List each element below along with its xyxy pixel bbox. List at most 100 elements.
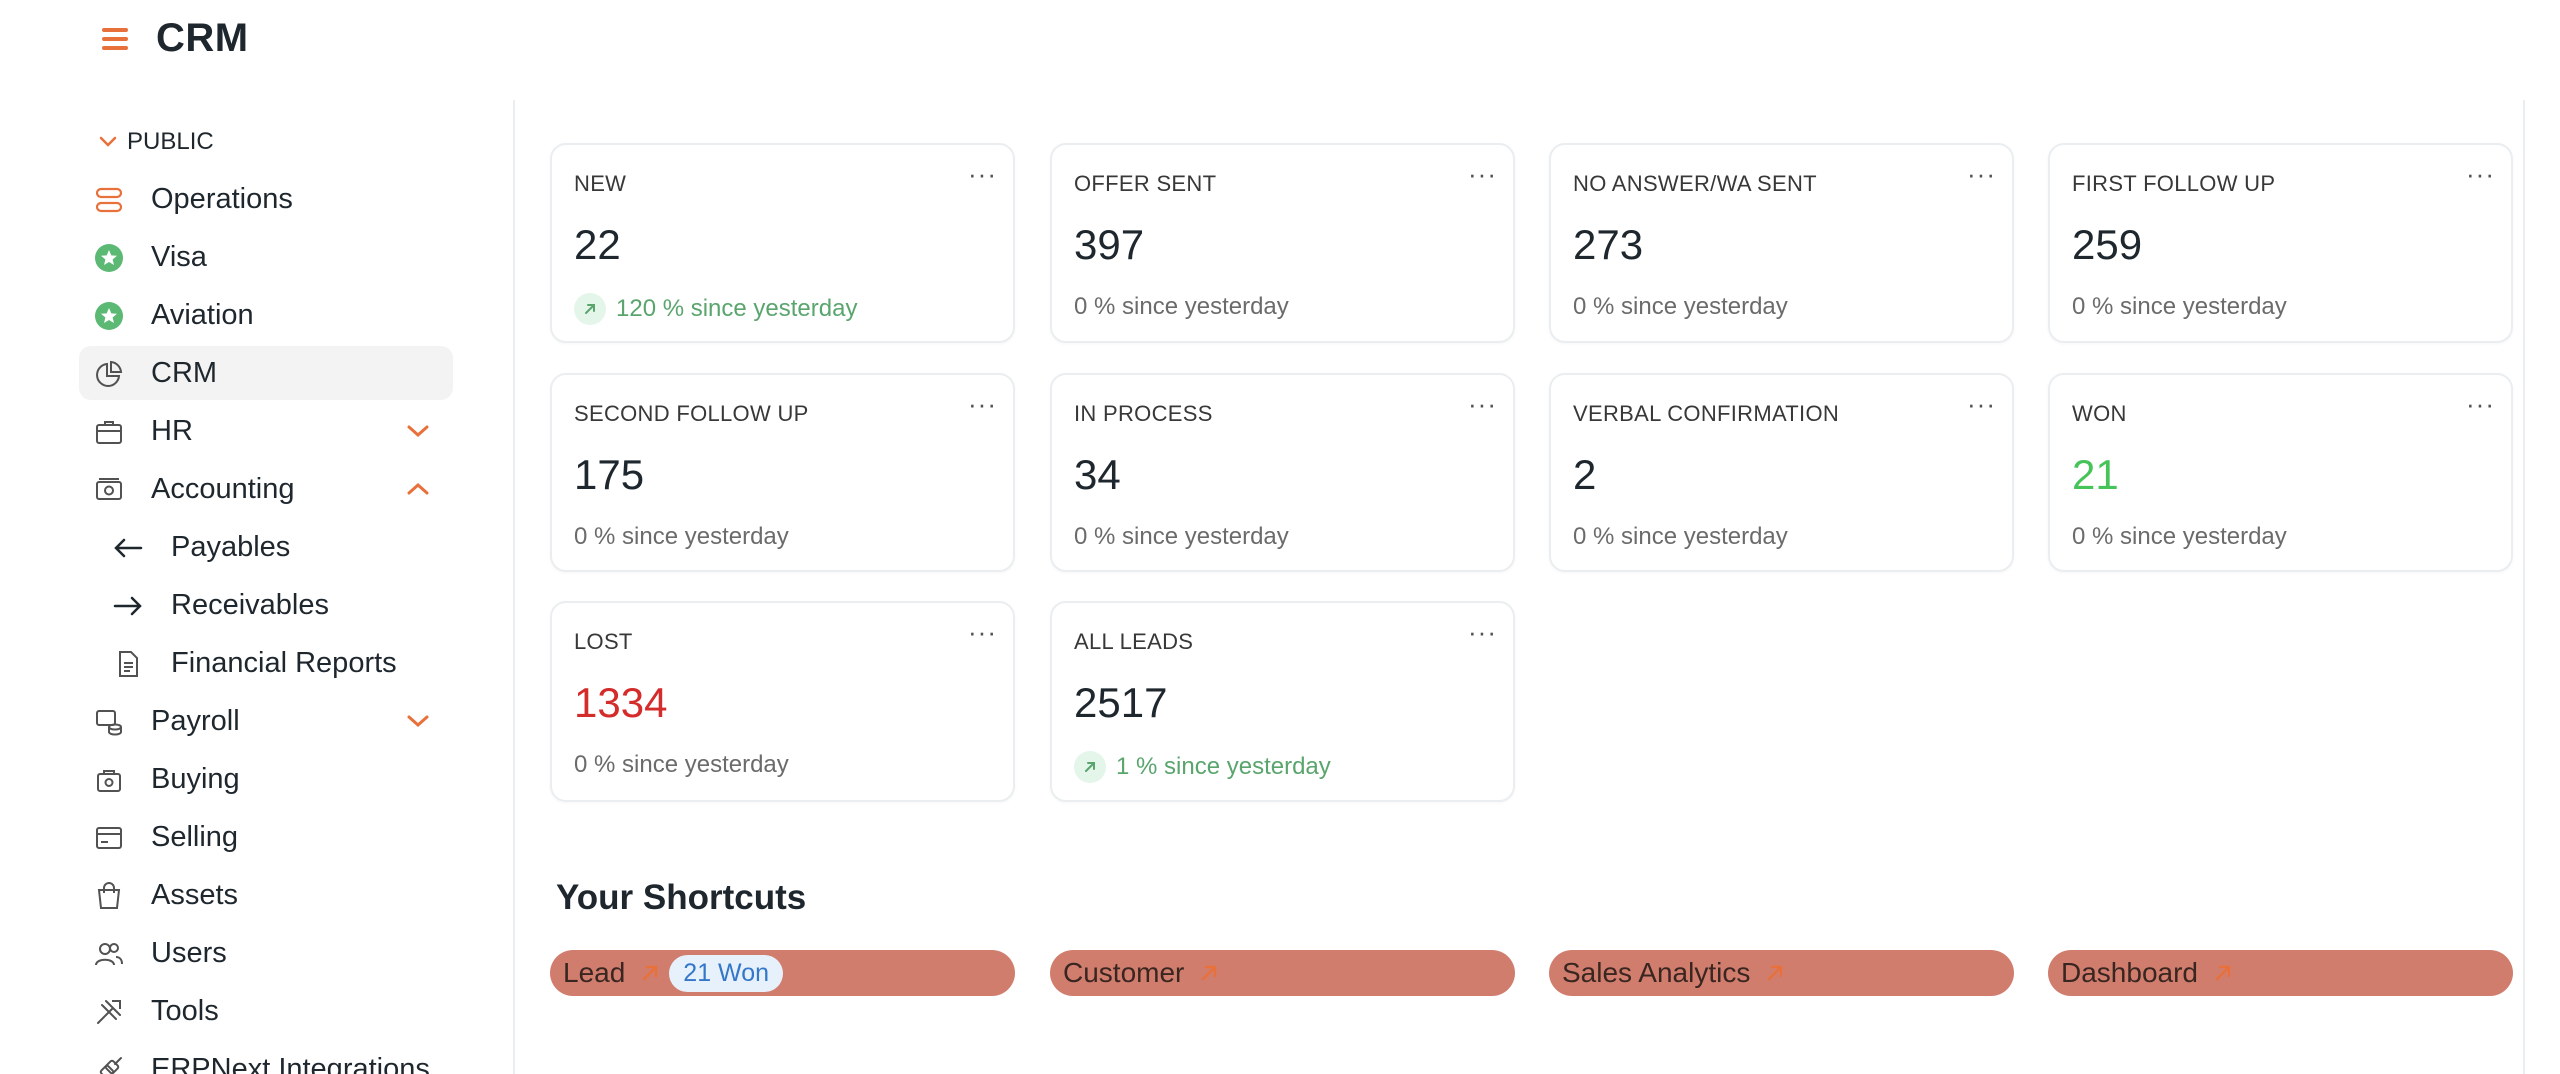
sidebar-item-tools[interactable]: Tools (79, 984, 453, 1038)
number-card-verbal-confirmation[interactable]: VERBAL CONFIRMATION ··· 2 0 % since yest… (1549, 373, 2014, 572)
buying-icon (97, 770, 121, 792)
sidebar-item-visa[interactable]: Visa (79, 230, 453, 284)
card-trend: 120 % since yesterday (574, 293, 857, 325)
card-title: ALL LEADS (1074, 629, 1194, 654)
sidebar-item-assets[interactable]: Assets (79, 868, 453, 922)
shortcut-sales-analytics[interactable]: Sales Analytics (1549, 950, 2014, 996)
card-trend-text: 120 % since yesterday (616, 295, 858, 322)
integrations-icon (99, 1057, 122, 1074)
sidebar-item-label: Payroll (151, 704, 240, 737)
card-value: 22 (574, 221, 621, 268)
card-menu-icon[interactable]: ··· (968, 159, 997, 190)
sidebar-item-label: Payables (171, 530, 291, 563)
shortcut-lead[interactable]: Lead 21 Won (550, 950, 1015, 996)
sidebar-item-label: HR (151, 414, 193, 447)
card-trend-text: 0 % since yesterday (1573, 293, 1788, 320)
card-title: SECOND FOLLOW UP (574, 401, 809, 426)
card-value: 259 (2072, 221, 2143, 268)
sidebar: PUBLIC Operations Visa Aviation CRM HR A… (0, 100, 510, 1074)
card-title: NEW (574, 171, 627, 196)
cash-icon (96, 478, 122, 500)
sidebar-item-financial-reports[interactable]: Financial Reports (79, 636, 453, 690)
card-value: 1334 (574, 679, 668, 726)
number-card-no-answer[interactable]: NO ANSWER/WA SENT ··· 273 0 % since yest… (1549, 143, 2014, 343)
number-card-lost[interactable]: LOST ··· 1334 0 % since yesterday (550, 601, 1015, 802)
shortcut-count-badge: 21 Won (669, 954, 784, 992)
card-menu-icon[interactable]: ··· (1967, 159, 1996, 190)
sidebar-item-label: Selling (151, 820, 239, 853)
card-menu-icon[interactable]: ··· (2466, 389, 2495, 420)
content-divider (2523, 100, 2525, 1074)
chevron-up-icon[interactable] (405, 478, 431, 500)
card-menu-icon[interactable]: ··· (1967, 389, 1996, 420)
sidebar-item-label: Aviation (151, 298, 254, 331)
card-value: 397 (1074, 221, 1145, 268)
sidebar-item-label: Users (151, 936, 227, 969)
chevron-down-icon (99, 136, 117, 147)
payroll-icon (96, 710, 122, 736)
number-card-new[interactable]: NEW ··· 22 120 % since yesterday (550, 143, 1015, 343)
menu-icon[interactable] (99, 24, 131, 56)
sidebar-item-erpnext-integrations[interactable]: ERPNext Integrations (79, 1042, 453, 1074)
card-trend: 1 % since yesterday (1074, 751, 1331, 783)
card-title: NO ANSWER/WA SENT (1573, 171, 1817, 196)
sidebar-item-payables[interactable]: Payables (79, 520, 453, 574)
arrow-up-right-icon (1768, 965, 1783, 981)
sidebar-item-payroll[interactable]: Payroll (79, 694, 453, 748)
shortcut-label: Customer (1063, 957, 1185, 988)
number-card-won[interactable]: WON ··· 21 0 % since yesterday (2048, 373, 2513, 572)
sidebar-item-label: ERPNext Integrations (151, 1052, 430, 1074)
card-menu-icon[interactable]: ··· (1468, 159, 1497, 190)
sidebar-item-label: Accounting (151, 472, 295, 505)
sidebar-item-selling[interactable]: Selling (79, 810, 453, 864)
star-badge-icon (95, 302, 123, 330)
number-card-offer-sent[interactable]: OFFER SENT ··· 397 0 % since yesterday (1050, 143, 1515, 343)
star-badge-icon (95, 244, 123, 272)
number-card-second-follow-up[interactable]: SECOND FOLLOW UP ··· 175 0 % since yeste… (550, 373, 1015, 572)
number-card-first-follow-up[interactable]: FIRST FOLLOW UP ··· 259 0 % since yester… (2048, 143, 2513, 343)
sidebar-item-users[interactable]: Users (79, 926, 453, 980)
card-value: 175 (574, 451, 645, 498)
arrow-left-icon (114, 538, 143, 558)
sidebar-item-label: CRM (151, 356, 218, 389)
card-title: WON (2072, 401, 2127, 426)
number-card-all-leads[interactable]: ALL LEADS ··· 2517 1 % since yesterday (1050, 601, 1515, 802)
shortcut-customer[interactable]: Customer (1050, 950, 1515, 996)
selling-icon (96, 827, 122, 849)
arrow-up-right-icon (2215, 965, 2231, 981)
card-title: LOST (574, 629, 633, 654)
sidebar-item-receivables[interactable]: Receivables (79, 578, 453, 632)
sidebar-item-label: Financial Reports (171, 646, 397, 679)
card-menu-icon[interactable]: ··· (968, 617, 997, 648)
sidebar-item-crm[interactable]: CRM (79, 346, 453, 400)
sidebar-item-accounting[interactable]: Accounting (79, 462, 453, 516)
tools-icon (97, 1000, 121, 1024)
number-card-in-process[interactable]: IN PROCESS ··· 34 0 % since yesterday (1050, 373, 1515, 572)
briefcase-icon (96, 421, 122, 444)
document-icon (119, 651, 138, 677)
sidebar-item-buying[interactable]: Buying (79, 752, 453, 806)
card-value: 34 (1074, 451, 1121, 498)
card-trend-text: 0 % since yesterday (1074, 523, 1289, 550)
sidebar-item-label: Buying (151, 762, 240, 795)
card-title: IN PROCESS (1074, 401, 1213, 426)
card-trend-text: 0 % since yesterday (574, 751, 789, 778)
arrow-up-right-icon (643, 965, 658, 981)
chevron-down-icon[interactable] (405, 710, 431, 732)
sidebar-item-operations[interactable]: Operations (79, 172, 453, 226)
chevron-down-icon[interactable] (405, 420, 431, 442)
pie-chart-icon (96, 360, 123, 387)
trend-up-icon (574, 293, 606, 325)
card-menu-icon[interactable]: ··· (1468, 617, 1497, 648)
card-trend-text: 0 % since yesterday (2072, 293, 2287, 320)
page-title: CRM (156, 16, 249, 60)
card-menu-icon[interactable]: ··· (2466, 159, 2495, 190)
card-menu-icon[interactable]: ··· (1468, 389, 1497, 420)
section-toggle-public[interactable]: PUBLIC (97, 128, 214, 156)
card-value: 2517 (1074, 679, 1168, 726)
card-value: 21 (2072, 451, 2119, 498)
sidebar-item-hr[interactable]: HR (79, 404, 453, 458)
shortcut-dashboard[interactable]: Dashboard (2048, 950, 2513, 996)
sidebar-item-aviation[interactable]: Aviation (79, 288, 453, 342)
card-menu-icon[interactable]: ··· (968, 389, 997, 420)
